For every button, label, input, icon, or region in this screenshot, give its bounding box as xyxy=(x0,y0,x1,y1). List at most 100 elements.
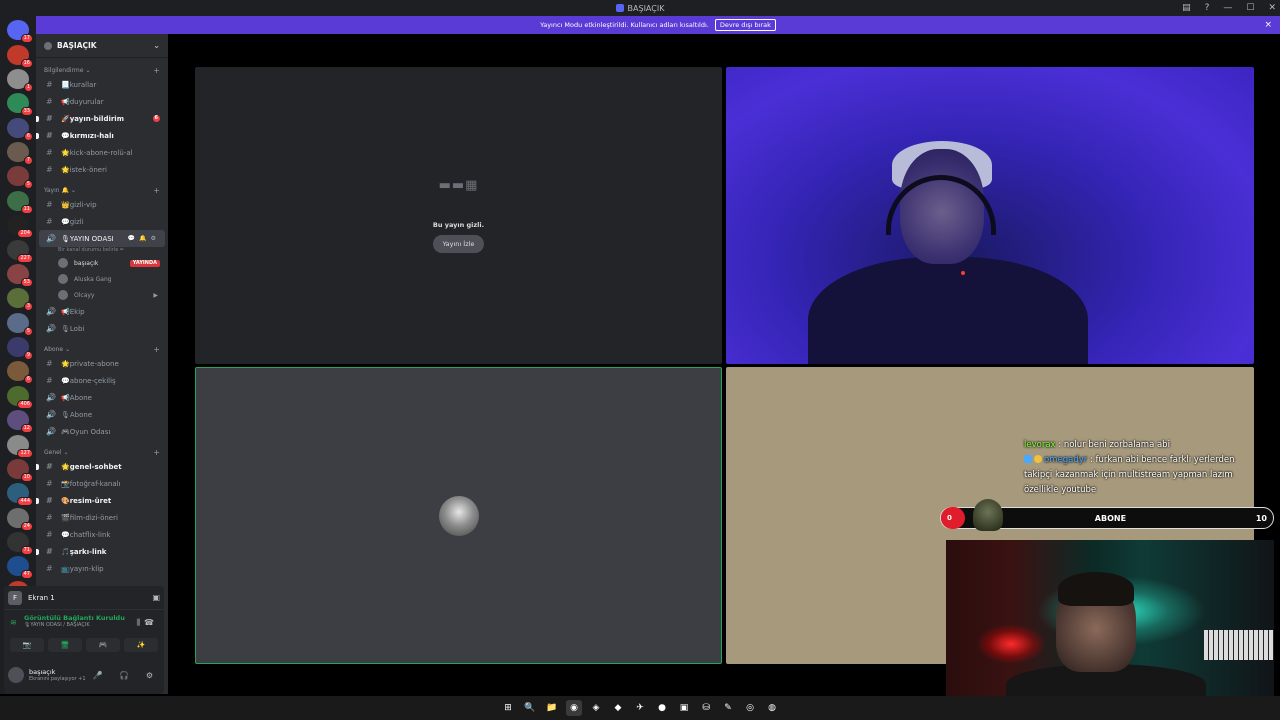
category-header[interactable]: Abone ⌄ + xyxy=(36,343,168,355)
add-channel-icon[interactable]: + xyxy=(153,66,160,75)
screen-icon: F xyxy=(8,590,22,605)
server-header[interactable]: BAŞIAÇIK ⌄ xyxy=(36,34,168,58)
banner-close-icon[interactable]: × xyxy=(1264,20,1272,30)
voice-channel-yayin-odasi[interactable]: 🔊 🎙YAYIN ODASI 💬 🔔 ⚙ xyxy=(39,230,165,247)
server-icon[interactable]: 33 xyxy=(7,93,33,117)
taskbar-app-icon[interactable]: ◆ xyxy=(610,700,626,716)
server-icon[interactable]: 406 xyxy=(7,385,33,409)
channel-item[interactable]: # 🌟kick-abone-rolü-al xyxy=(36,144,168,161)
channel-item[interactable]: # 📸fotoğraf-kanalı xyxy=(36,475,168,492)
voice-channel[interactable]: 🔊 📢Ekip xyxy=(36,303,168,320)
channel-item[interactable]: # 🎨resim-üret xyxy=(36,492,168,509)
channel-name: 📃kurallar xyxy=(61,80,97,89)
taskbar-app-icon[interactable]: ▣ xyxy=(676,700,692,716)
server-icon[interactable]: 10 xyxy=(7,458,33,482)
rtc-button[interactable]: ✨ xyxy=(124,638,158,652)
channel-item[interactable]: # 💬gizli xyxy=(36,213,168,230)
avatar[interactable] xyxy=(8,667,24,683)
taskbar-app-icon[interactable]: ● xyxy=(654,700,670,716)
category-header[interactable]: Genel ⌄ + xyxy=(36,446,168,458)
server-icon[interactable]: 47 xyxy=(7,556,33,580)
channel-item[interactable]: # 💬abone-çekiliş xyxy=(36,372,168,389)
voice-user[interactable]: Aluska Gang xyxy=(36,271,168,287)
server-icon[interactable]: 12 xyxy=(7,410,33,434)
channel-item[interactable]: 🔊 📢Abone xyxy=(36,389,168,406)
taskbar-app-icon[interactable]: 📁 xyxy=(544,700,560,716)
server-icon[interactable]: 227 xyxy=(7,239,33,263)
voice-user[interactable]: başıaçık YAYINDA xyxy=(36,255,168,271)
channel-item[interactable]: # 🌟genel-sohbet xyxy=(36,458,168,475)
channel-item[interactable]: 🔊 🎮Oyun Odası xyxy=(36,423,168,440)
maximize-button[interactable]: ☐ xyxy=(1246,3,1254,13)
channel-item[interactable]: # 🎬film-dizi-öneri xyxy=(36,509,168,526)
minimize-button[interactable]: — xyxy=(1223,3,1232,13)
taskbar-app-icon[interactable]: ⊞ xyxy=(500,700,516,716)
watch-stream-button[interactable]: Yayını İzle xyxy=(432,235,485,253)
inbox-icon[interactable]: ▤ xyxy=(1182,3,1191,13)
server-icon[interactable]: 53 xyxy=(7,263,33,287)
taskbar-app-icon[interactable]: 🔍 xyxy=(522,700,538,716)
channel-item[interactable]: # 🌟private-abone xyxy=(36,355,168,372)
channel-item[interactable]: # 🚀yayın-bildirim 6 xyxy=(36,110,168,127)
voice-user[interactable]: Olcayy ▶ xyxy=(36,287,168,303)
add-channel-icon[interactable]: + xyxy=(153,186,160,195)
channel-item[interactable]: # 💬kırmızı-halı xyxy=(36,127,168,144)
channel-item[interactable]: # 📺yayın-klip xyxy=(36,560,168,577)
channel-item[interactable]: # 🌟istek-öneri xyxy=(36,161,168,178)
channel-item[interactable]: # 📃kurallar xyxy=(36,76,168,93)
server-icon[interactable]: 17 xyxy=(7,20,33,44)
channel-item[interactable]: # 👑gizli-vip xyxy=(36,196,168,213)
server-icon[interactable]: 5 xyxy=(7,166,33,190)
server-icon[interactable]: 1 xyxy=(7,68,33,92)
channel-item[interactable]: # 🎵şarkı-link xyxy=(36,543,168,560)
screen-label: Ekran 1 xyxy=(28,593,55,602)
voice-connection-panel: ≋ Görüntülü Bağlantı Kuruldu 🎙YAYIN ODAS… xyxy=(4,610,164,638)
taskbar-app-icon[interactable]: ◍ xyxy=(764,700,780,716)
noise-and-disconnect-icons[interactable]: ⫼☎ xyxy=(136,618,158,628)
taskbar-app-icon[interactable]: ◈ xyxy=(588,700,604,716)
category-header[interactable]: Bilgilendirme ⌄ + xyxy=(36,64,168,76)
taskbar-app-icon[interactable]: ◎ xyxy=(742,700,758,716)
channel-item[interactable]: # 📢duyurular xyxy=(36,93,168,110)
server-icon[interactable]: 6 xyxy=(7,361,33,385)
channel-status[interactable]: Bir kanal durumu belirle ✏ xyxy=(36,247,168,255)
disable-streamer-mode-button[interactable]: Devre dışı bırak xyxy=(714,19,776,31)
server-icon[interactable]: 71 xyxy=(7,532,33,556)
signal-icon: ≋ xyxy=(10,618,17,627)
speaking-user-tile[interactable] xyxy=(195,367,722,664)
taskbar-app-icon[interactable]: ✈ xyxy=(632,700,648,716)
taskbar-app-icon[interactable]: ✎ xyxy=(720,700,736,716)
voice-channel[interactable]: 🔊 🎙Lobi xyxy=(36,320,168,337)
channel-item[interactable]: 🔊 🎙Abone xyxy=(36,406,168,423)
add-channel-icon[interactable]: + xyxy=(153,448,160,457)
server-icon[interactable]: 127 xyxy=(7,434,33,458)
screen-share-row[interactable]: F Ekran 1 ▣ xyxy=(4,586,164,610)
server-icon[interactable]: 24 xyxy=(7,507,33,531)
server-icon[interactable]: 5 xyxy=(7,312,33,336)
server-icon[interactable]: 16 xyxy=(7,44,33,68)
close-window-button[interactable]: ✕ xyxy=(1268,3,1276,13)
server-icon[interactable]: 444 xyxy=(7,483,33,507)
server-icon[interactable]: 11 xyxy=(7,190,33,214)
stop-share-icon[interactable]: ▣ xyxy=(152,593,160,602)
mic-headset-settings-icons[interactable]: 🎤 🎧 ⚙ xyxy=(93,671,160,680)
hidden-stream-tile[interactable]: ▬▬▦ Bu yayın gizli. Yayını İzle xyxy=(195,67,722,364)
channel-item[interactable]: # 💬chatflix-link xyxy=(36,526,168,543)
server-icon[interactable]: 204 xyxy=(7,215,33,239)
taskbar-app-icon[interactable]: ⛁ xyxy=(698,700,714,716)
taskbar-app-icon[interactable]: ◉ xyxy=(566,700,582,716)
server-icon[interactable]: 7 xyxy=(7,142,33,166)
hash-icon: # xyxy=(46,530,53,539)
add-channel-icon[interactable]: + xyxy=(153,345,160,354)
category-header[interactable]: Yayın 🔔 ⌄ + xyxy=(36,184,168,196)
channel-tool-icons[interactable]: 💬 🔔 ⚙ xyxy=(128,235,157,242)
rtc-button[interactable]: 🖥 xyxy=(48,638,82,652)
help-icon[interactable]: ? xyxy=(1205,3,1210,13)
rtc-button[interactable]: 📷 xyxy=(10,638,44,652)
webcam-tile[interactable] xyxy=(726,67,1254,364)
server-icon[interactable]: 6 xyxy=(7,117,33,141)
server-badge: 227 xyxy=(17,253,33,263)
server-icon[interactable]: 3 xyxy=(7,288,33,312)
rtc-button[interactable]: 🎮 xyxy=(86,638,120,652)
server-icon[interactable]: 9 xyxy=(7,337,33,361)
